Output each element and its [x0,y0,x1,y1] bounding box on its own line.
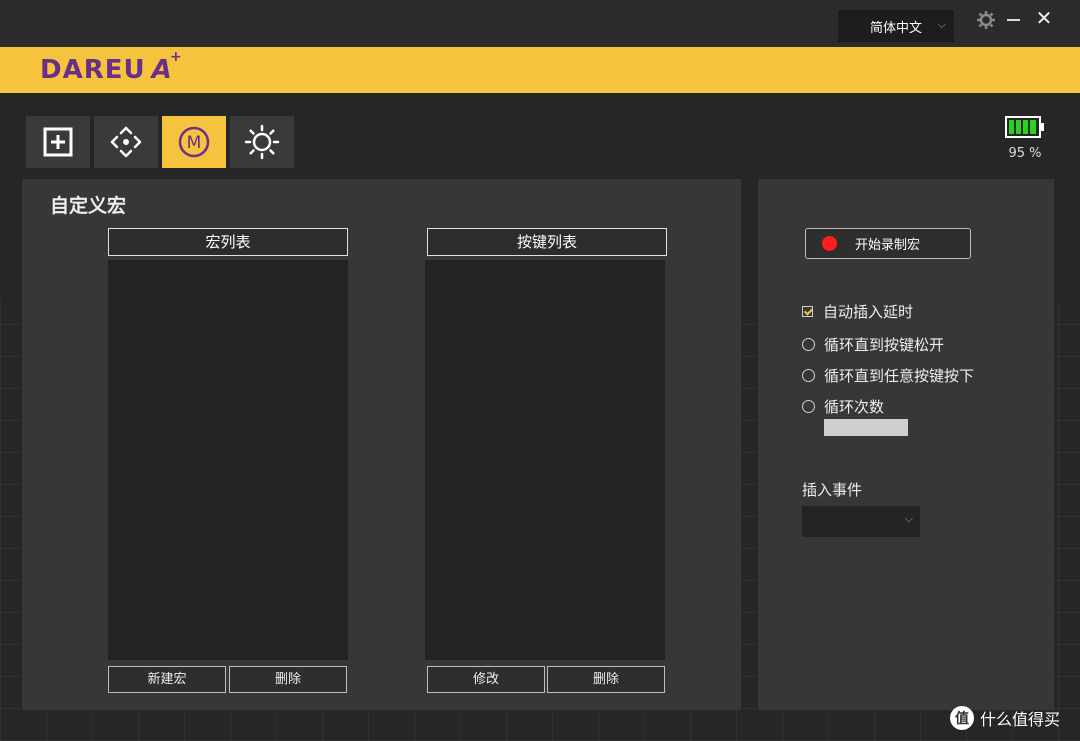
macro-panel: 自定义宏 宏列表 新建宏 删除 按键列表 修改 删除 [22,179,741,710]
watermark-badge: 值 [950,706,974,730]
auto-delay-option[interactable]: 自动插入延时 [802,301,913,322]
auto-delay-checkbox[interactable] [802,306,813,317]
tab-lighting[interactable] [230,116,294,168]
new-macro-button[interactable]: 新建宏 [108,666,226,693]
move-arrows-icon [110,126,142,158]
loop-until-release-radio[interactable] [802,338,815,351]
auto-delay-label: 自动插入延时 [823,303,914,321]
gear-icon[interactable] [976,10,996,30]
insert-event-select[interactable]: ⌵ [802,506,920,537]
page-title: 自定义宏 [50,195,127,217]
logo-text: DAREU [40,55,146,85]
svg-text:M: M [187,133,202,153]
loop-until-any-key-radio[interactable] [802,369,815,382]
chevron-down-icon: ⌵ [937,18,946,31]
minimize-button[interactable] [1007,19,1020,21]
chevron-down-icon: ⌵ [904,512,913,525]
key-list[interactable] [425,260,665,660]
loop-until-release-option[interactable]: 循环直到按键松开 [802,334,944,355]
loop-count-radio[interactable] [802,400,815,413]
brand-bar: DAREU A + [0,47,1080,93]
battery-percent: 95 % [1008,146,1042,161]
delete-key-button[interactable]: 删除 [547,666,665,693]
title-bar: 简体中文 ⌵ ✕ [0,0,1080,47]
loop-until-any-key-option[interactable]: 循环直到任意按键按下 [802,365,974,386]
key-list-header: 按键列表 [427,228,667,256]
loop-count-label: 循环次数 [824,398,885,416]
battery-icon [1005,116,1044,138]
start-record-label: 开始录制宏 [855,238,921,253]
macro-list-header: 宏列表 [108,228,348,256]
insert-event-label: 插入事件 [802,481,863,499]
tab-performance[interactable] [94,116,158,168]
mode-toolbar: M [26,116,294,168]
tab-key-assign[interactable] [26,116,90,168]
start-record-button[interactable]: 开始录制宏 [805,228,971,259]
logo-mark: A + [151,49,183,85]
record-dot-icon [822,236,837,251]
loop-count-option[interactable]: 循环次数 [802,396,884,417]
battery-indicator: 95 % [1005,116,1045,161]
plus-square-icon [43,127,73,157]
macro-m-icon: M [178,126,210,158]
watermark: 值 什么值得买 [950,706,1060,730]
edit-key-button[interactable]: 修改 [427,666,545,693]
record-options-panel: 开始录制宏 自动插入延时 循环直到按键松开 循环直到任意按键按下 循环次数 插入… [758,179,1054,710]
loop-until-any-key-label: 循环直到任意按键按下 [824,367,975,385]
loop-until-release-label: 循环直到按键松开 [824,336,945,354]
delete-macro-button[interactable]: 删除 [229,666,347,693]
dareu-logo: DAREU A + [40,49,183,86]
macro-list[interactable] [108,260,348,660]
loop-count-input[interactable] [824,419,908,436]
watermark-text: 什么值得买 [980,710,1061,729]
tab-macro[interactable]: M [162,116,226,168]
language-select[interactable]: 简体中文 ⌵ [838,10,954,42]
close-button[interactable]: ✕ [1034,8,1054,28]
language-select-value: 简体中文 [870,20,923,36]
brightness-icon [244,124,280,160]
